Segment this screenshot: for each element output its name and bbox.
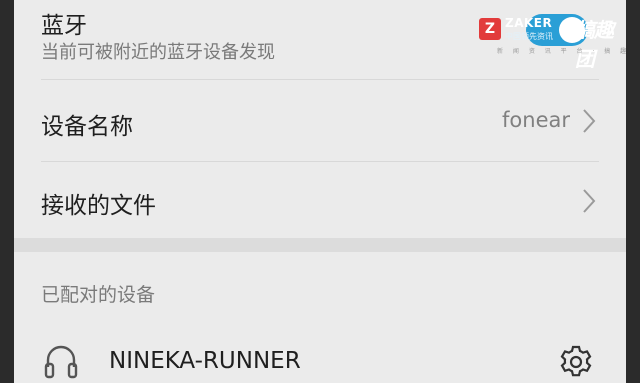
watermark-cross: × bbox=[564, 18, 575, 33]
headset-icon bbox=[44, 345, 78, 379]
section-separator bbox=[14, 238, 626, 252]
device-name-label: 设备名称 bbox=[41, 114, 133, 140]
bluetooth-settings-screen: 蓝牙 当前可被附近的蓝牙设备发现 Z ZAKER 中国领先资讯 × 搞趣团 新 … bbox=[14, 0, 626, 383]
watermark: Z ZAKER 中国领先资讯 × 搞趣团 新 闻 资 讯 平 台 · 搞 趣 团 bbox=[479, 14, 626, 71]
device-name-row[interactable]: 设备名称 fonear bbox=[14, 80, 626, 161]
chevron-right-icon bbox=[583, 189, 596, 213]
received-files-label: 接收的文件 bbox=[41, 193, 156, 219]
paired-device-row[interactable]: NINEKA-RUNNER bbox=[14, 330, 626, 383]
gear-icon[interactable] bbox=[558, 344, 594, 380]
paired-device-name: NINEKA-RUNNER bbox=[109, 348, 301, 374]
watermark-partner: 搞趣团 bbox=[575, 18, 614, 71]
watermark-brand-sub: 中国领先资讯 bbox=[505, 32, 553, 41]
bluetooth-title: 蓝牙 bbox=[41, 13, 87, 39]
paired-devices-header: 已配对的设备 bbox=[41, 284, 156, 306]
device-name-value: fonear bbox=[502, 108, 570, 132]
chevron-right-icon bbox=[583, 109, 596, 133]
received-files-row[interactable]: 接收的文件 bbox=[14, 162, 626, 238]
watermark-brand: ZAKER bbox=[505, 16, 553, 30]
bluetooth-subtitle: 当前可被附近的蓝牙设备发现 bbox=[41, 42, 275, 63]
zaker-logo: Z bbox=[479, 18, 501, 40]
watermark-tagline: 新 闻 资 讯 平 台 · 搞 趣 团 bbox=[497, 48, 626, 55]
